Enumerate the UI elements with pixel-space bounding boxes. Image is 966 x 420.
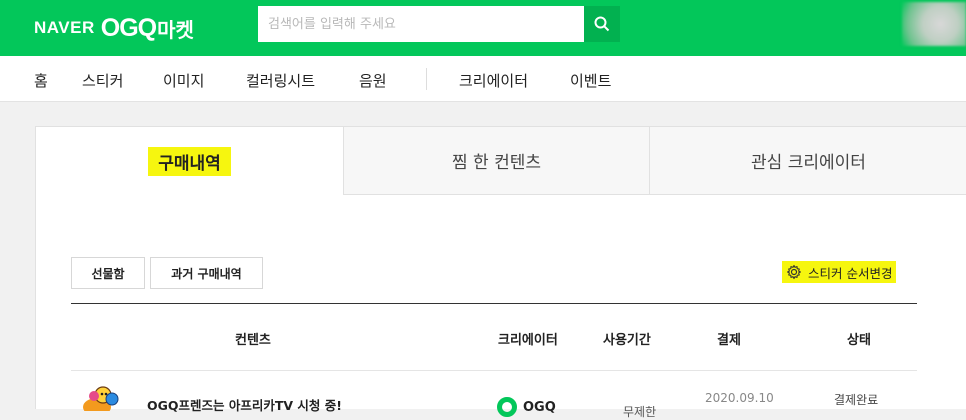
col-header-creator: 크리에이터	[498, 333, 558, 348]
logo-naver-text: NAVER	[34, 18, 95, 37]
col-header-period: 사용기간	[603, 333, 651, 348]
creator-cell[interactable]: OGQ	[497, 397, 556, 417]
usage-period: 무제한	[623, 405, 657, 419]
past-purchases-button[interactable]: 과거 구매내역	[150, 257, 263, 289]
table-header: 컨텐츠 크리에이터 사용기간 결제 상태	[71, 303, 917, 371]
naver-ogq-market-logo[interactable]: NAVER OGQ 마켓	[34, 13, 194, 42]
main-nav: 홈 스티커 이미지 컬러링시트 음원 크리에이터 이벤트	[0, 56, 966, 102]
nav-coloring-sheet[interactable]: 컬러링시트	[246, 70, 315, 91]
reorder-stickers-button[interactable]: 스티커 순서변경	[782, 261, 897, 283]
nav-home[interactable]: 홈	[34, 70, 48, 91]
content-title[interactable]: OGQ프렌즈는 아프리카TV 시청 중!	[147, 395, 342, 414]
col-header-content: 컨텐츠	[235, 333, 271, 348]
top-header: NAVER OGQ 마켓	[0, 0, 966, 56]
nav-divider	[426, 68, 427, 90]
payment-date: 2020.09.10	[705, 391, 774, 405]
tab-label: 찜 한 컨텐츠	[451, 153, 541, 173]
logo-ogq-text: OGQ	[100, 13, 157, 42]
nav-event[interactable]: 이벤트	[570, 70, 611, 91]
gear-icon	[787, 264, 801, 280]
reorder-stickers-label: 스티커 순서변경	[808, 265, 893, 281]
col-header-status: 상태	[847, 333, 871, 348]
user-avatar[interactable]	[902, 2, 966, 46]
nav-image[interactable]: 이미지	[163, 70, 204, 91]
tab-purchase-history[interactable]: 구매내역	[36, 127, 343, 195]
tab-favorite-creators[interactable]: 관심 크리에이터	[649, 127, 966, 195]
search-button[interactable]	[584, 6, 620, 42]
tab-label: 관심 크리에이터	[751, 153, 866, 173]
nav-creator[interactable]: 크리에이터	[459, 70, 528, 91]
gift-box-button[interactable]: 선물함	[71, 257, 145, 289]
col-header-payment: 결제	[717, 333, 741, 348]
table-row[interactable]: OGQ프렌즈는 아프리카TV 시청 중! OGQ 무제한 2020.09.10 …	[71, 371, 917, 419]
sticker-thumbnail[interactable]	[82, 385, 120, 411]
mypage-panel: 구매내역 찜 한 컨텐츠 관심 크리에이터 선물함 과거 구매내역 스티커 순서…	[35, 126, 966, 419]
search-input[interactable]	[258, 6, 584, 42]
search-icon	[594, 16, 610, 32]
tab-wishlist[interactable]: 찜 한 컨텐츠	[343, 127, 649, 195]
logo-market-text: 마켓	[157, 17, 194, 42]
payment-status: 결제완료	[834, 393, 879, 407]
tab-label: 구매내역	[148, 146, 231, 176]
creator-name: OGQ	[523, 399, 556, 415]
search-box	[258, 6, 584, 42]
nav-music[interactable]: 음원	[359, 70, 387, 91]
creator-logo-icon	[497, 397, 517, 417]
nav-sticker[interactable]: 스티커	[82, 70, 123, 91]
